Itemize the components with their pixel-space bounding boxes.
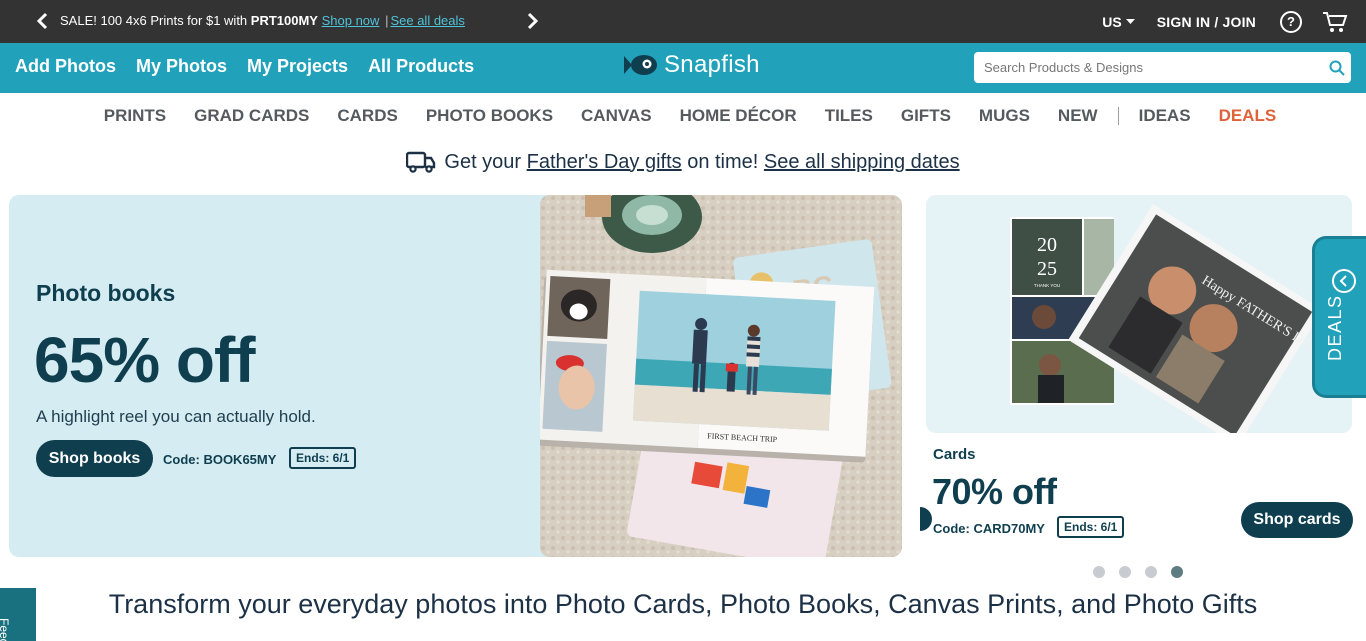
category-prints[interactable]: PRINTS: [104, 106, 166, 126]
category-photo-books[interactable]: PHOTO BOOKS: [426, 106, 553, 126]
promo-separator: |: [385, 13, 389, 28]
logo-wordmark: Snapfish: [664, 51, 760, 78]
nav-add-photos[interactable]: Add Photos: [15, 56, 116, 77]
carousel-dot-active[interactable]: [1171, 566, 1183, 578]
hero-subtitle: A highlight reel you can actually hold.: [36, 407, 316, 426]
cards-banner[interactable]: 20 25 THANK YOU Happy FATHER'S DAY Cards…: [920, 195, 1366, 557]
ends-badge: Ends: 6/1: [289, 447, 357, 469]
category-new[interactable]: NEW: [1058, 106, 1098, 126]
cards-image: 20 25 THANK YOU Happy FATHER'S DAY: [926, 195, 1352, 433]
nav-links: Add Photos My Photos My Projects All Pro…: [15, 56, 474, 77]
cart-icon[interactable]: [1322, 11, 1348, 33]
category-canvas[interactable]: CANVAS: [581, 106, 652, 126]
nav-my-photos[interactable]: My Photos: [136, 56, 227, 77]
search-input[interactable]: [974, 52, 1323, 83]
chevron-left-icon: [1339, 275, 1347, 287]
promo-shop-now-link[interactable]: Shop now: [322, 13, 380, 28]
hero-title: Photo books: [36, 280, 176, 306]
search-box: [974, 52, 1351, 83]
carousel-dot[interactable]: [1093, 566, 1105, 578]
category-grad-cards[interactable]: GRAD CARDS: [194, 106, 309, 126]
carousel-dot[interactable]: [1119, 566, 1131, 578]
shipping-notice: Get your Father's Day gifts on time! See…: [0, 150, 1366, 174]
shipping-middle: on time!: [681, 150, 764, 173]
carousel-dot[interactable]: [1145, 566, 1157, 578]
header-tools: US SIGN IN / JOIN ?: [1102, 0, 1348, 43]
category-mugs[interactable]: MUGS: [979, 106, 1030, 126]
cards-ends-badge: Ends: 6/1: [1057, 516, 1125, 538]
promo-bar: SALE! 100 4x6 Prints for $1 with PRT100M…: [0, 0, 1366, 43]
category-deals[interactable]: DEALS: [1219, 106, 1277, 126]
category-gifts[interactable]: GIFTS: [901, 106, 951, 126]
chevron-left-circle-icon: [1332, 269, 1356, 293]
category-home-decor[interactable]: HOME DÉCOR: [680, 106, 797, 126]
shipping-dates-link[interactable]: See all shipping dates: [764, 151, 960, 173]
carousel-edge-marker: [920, 507, 932, 531]
chevron-right-icon: [527, 12, 539, 30]
help-icon[interactable]: ?: [1280, 10, 1302, 33]
help-icon-glyph: ?: [1287, 14, 1295, 29]
page-tagline: Transform your everyday photos into Phot…: [108, 589, 1258, 619]
fathers-day-gifts-link[interactable]: Father's Day gifts: [527, 151, 682, 173]
deals-side-tab[interactable]: DEALS: [1312, 236, 1366, 398]
category-tiles[interactable]: TILES: [825, 106, 873, 126]
magnifier-glyph: [1329, 60, 1345, 76]
feedback-label: Feedback: [0, 618, 11, 641]
delivery-truck-icon: [406, 151, 436, 173]
card-thank-you: THANK YOU: [1034, 283, 1060, 288]
carousel-dots: [1093, 566, 1183, 578]
search-icon[interactable]: [1323, 54, 1351, 82]
cards-title: Cards: [933, 446, 976, 463]
card-year-bottom: 25: [1037, 258, 1057, 280]
category-ideas[interactable]: IDEAS: [1139, 106, 1191, 126]
chevron-left-icon: [36, 12, 48, 30]
promo-code: PRT100MY: [250, 13, 318, 28]
deals-tab-label: DEALS: [1325, 294, 1345, 361]
caret-down-icon: [1125, 18, 1135, 24]
cards-code-label: Code: CARD70MY: [933, 521, 1045, 536]
region-selector[interactable]: US: [1102, 13, 1135, 30]
fish-logo-icon: [624, 55, 657, 75]
main-nav: Add Photos My Photos My Projects All Pro…: [0, 43, 1366, 93]
category-menu: PRINTS GRAD CARDS CARDS PHOTO BOOKS CANV…: [0, 93, 1366, 138]
snapfish-logo[interactable]: Snapfish: [622, 51, 760, 79]
card-year-top: 20: [1037, 234, 1057, 256]
promo-prev-arrow[interactable]: [32, 10, 52, 32]
shop-books-button[interactable]: Shop books: [36, 440, 153, 477]
hero-offer: 65% off: [34, 324, 256, 396]
feedback-tab[interactable]: Feedback: [0, 588, 36, 641]
nav-all-products[interactable]: All Products: [368, 56, 474, 77]
photo-book-image: ABC: [540, 195, 902, 557]
region-label: US: [1102, 13, 1122, 30]
sign-in-join-link[interactable]: SIGN IN / JOIN: [1157, 14, 1256, 30]
category-cards[interactable]: CARDS: [337, 106, 397, 126]
promo-text: SALE! 100 4x6 Prints for $1 with: [60, 13, 251, 28]
promo-see-all-deals-link[interactable]: See all deals: [390, 13, 464, 28]
cards-offer: 70% off: [932, 471, 1057, 512]
shipping-prefix: Get your: [444, 150, 527, 173]
promo-next-arrow[interactable]: [523, 10, 543, 32]
photo-books-banner[interactable]: Photo books 65% off A highlight reel you…: [9, 195, 902, 557]
shop-cards-button[interactable]: Shop cards: [1241, 502, 1353, 538]
nav-my-projects[interactable]: My Projects: [247, 56, 348, 77]
promo-code-label: Code: BOOK65MY: [163, 452, 277, 467]
category-divider: [1117, 106, 1119, 125]
promo-message: SALE! 100 4x6 Prints for $1 with PRT100M…: [60, 13, 465, 28]
